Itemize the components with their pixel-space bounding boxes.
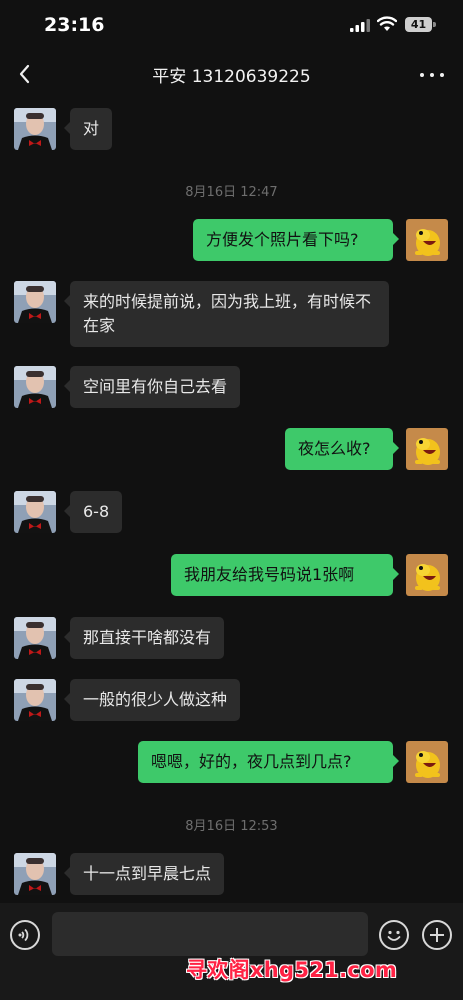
message-bubble[interactable]: 嗯嗯，好的，夜几点到几点? (138, 741, 399, 783)
timestamp: 8月16日 12:47 (185, 185, 278, 200)
message-bubble[interactable]: 方便发个照片看下吗? (193, 219, 399, 261)
message-bubble[interactable]: 对 (63, 108, 113, 150)
my-avatar[interactable] (406, 219, 448, 261)
message-bubble[interactable]: 来的时候提前说，因为我上班，有时候不在家 (64, 281, 389, 347)
plus-icon[interactable] (422, 920, 452, 950)
watermark: 寻欢阁xhg521.com (186, 958, 397, 982)
voice-icon[interactable] (10, 920, 40, 950)
message-bubble[interactable]: 一般的很少人做这种 (63, 679, 241, 721)
message-bubble[interactable]: 那直接干啥都没有 (63, 617, 225, 659)
battery-indicator: 41 (405, 17, 432, 32)
contact-avatar[interactable] (14, 281, 56, 323)
message-list[interactable]: 对 8月16日 12:47 方便发个照片看下吗? 来的时候提前说，因为我上班，有时候不… (0, 98, 463, 903)
input-bar (0, 903, 463, 1000)
my-avatar[interactable] (406, 554, 448, 596)
timestamp: 8月16日 12:53 (185, 819, 278, 834)
wifi-icon (377, 16, 397, 31)
message-bubble[interactable]: 我朋友给我号码说1张啊 (171, 554, 399, 596)
more-dots-icon[interactable] (418, 64, 446, 84)
message-bubble[interactable]: 空间里有你自己去看 (63, 366, 241, 408)
contact-avatar[interactable] (14, 617, 56, 659)
status-time: 23:16 (44, 14, 105, 36)
my-avatar[interactable] (406, 428, 448, 470)
chat-title: 平安 13120639225 (152, 67, 311, 87)
my-avatar[interactable] (406, 741, 448, 783)
message-bubble[interactable]: 6-8 (63, 491, 123, 533)
message-bubble[interactable]: 夜怎么收? (285, 428, 399, 470)
cellular-signal-icon (350, 19, 370, 32)
emoji-icon[interactable] (379, 920, 409, 950)
contact-avatar[interactable] (14, 679, 56, 721)
battery-tip (433, 22, 436, 27)
contact-avatar[interactable] (14, 853, 56, 895)
status-bar: 23:16 41 (0, 0, 463, 52)
contact-avatar[interactable] (14, 108, 56, 150)
message-input[interactable] (52, 912, 368, 956)
contact-avatar[interactable] (14, 366, 56, 408)
contact-avatar[interactable] (14, 491, 56, 533)
message-bubble[interactable]: 十一点到早晨七点 (63, 853, 225, 895)
chat-header: 平安 13120639225 (0, 52, 463, 98)
